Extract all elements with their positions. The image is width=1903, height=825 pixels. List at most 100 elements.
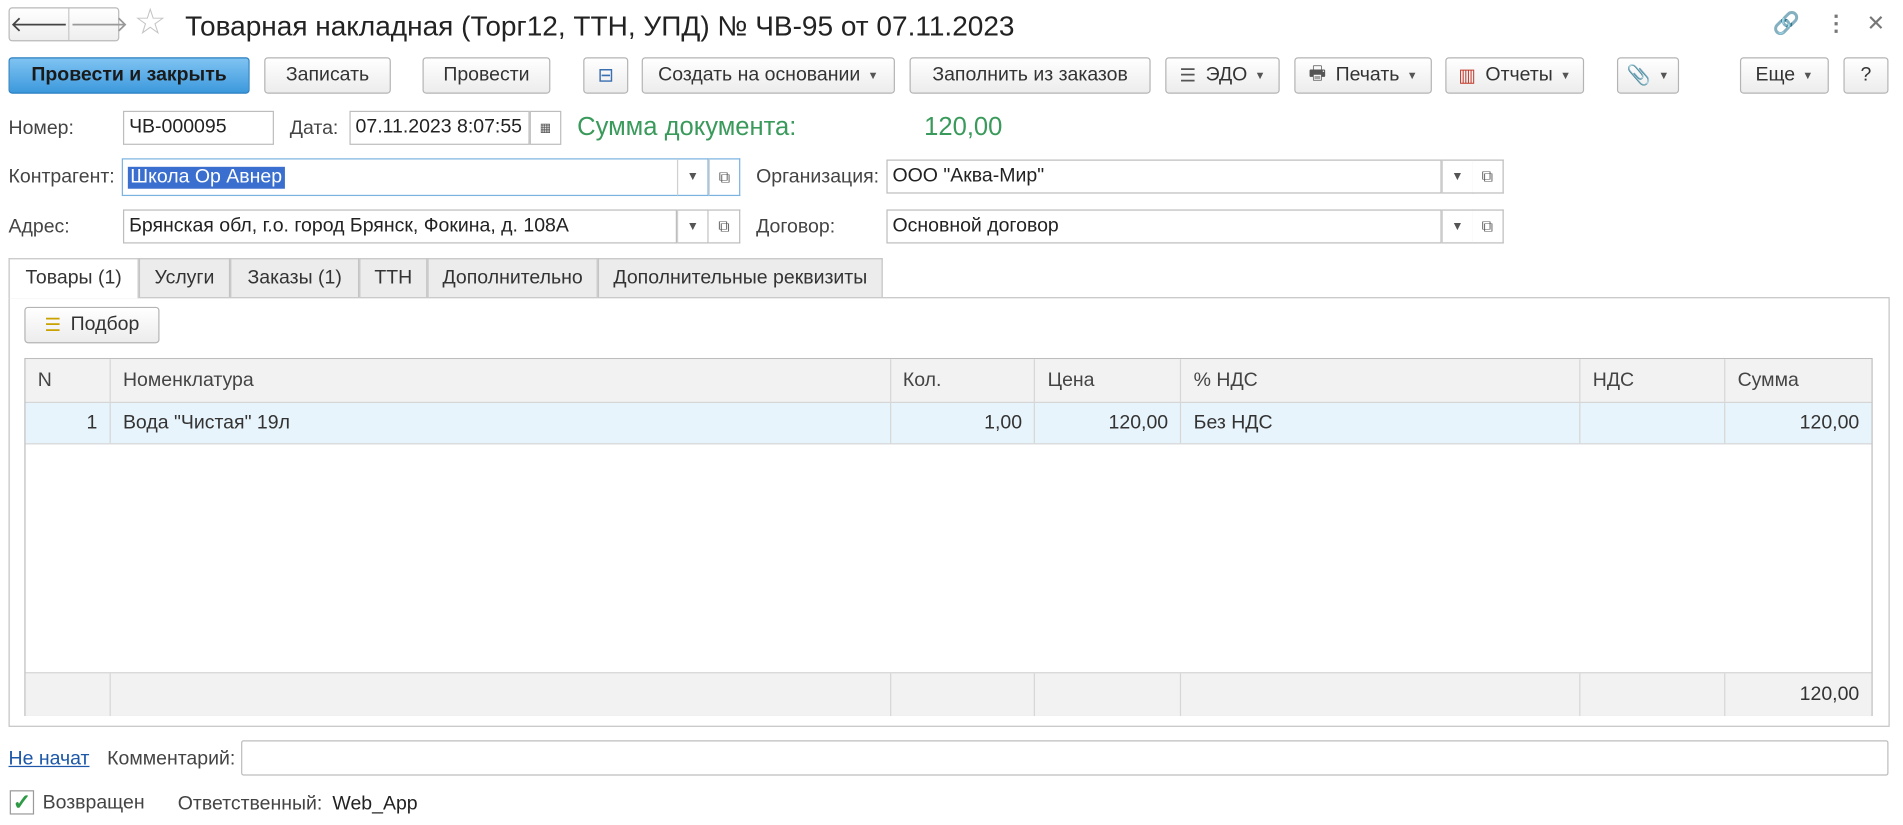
col-header-item[interactable]: Номенклатура bbox=[111, 359, 891, 402]
table-footer: 120,00 bbox=[25, 672, 1872, 716]
post-label: Провести bbox=[443, 64, 530, 86]
cell-sum[interactable]: 120,00 bbox=[1725, 403, 1871, 443]
address-dropdown-icon[interactable]: ▼ bbox=[676, 209, 709, 244]
structure-button[interactable]: ⊟ bbox=[583, 57, 629, 94]
reports-button[interactable]: ▥ Отчеты ▼ bbox=[1445, 57, 1585, 94]
returned-label: Возвращен bbox=[42, 792, 145, 814]
close-icon[interactable]: ✕ bbox=[1867, 11, 1885, 37]
counterparty-open-icon[interactable]: ⧉ bbox=[708, 158, 741, 197]
cell-price[interactable]: 120,00 bbox=[1035, 403, 1182, 444]
pick-label: Подбор bbox=[70, 314, 140, 335]
returned-checkbox[interactable]: ✓ bbox=[9, 789, 35, 815]
create-based-on-button[interactable]: Создать на основании ▼ bbox=[641, 57, 895, 94]
more-vertical-icon[interactable]: ⋮ bbox=[1825, 11, 1847, 37]
organization-field[interactable]: ООО "Аква-Мир" bbox=[886, 159, 1442, 194]
print-button[interactable]: 🖶 Печать ▼ bbox=[1294, 57, 1432, 94]
fill-from-orders-button[interactable]: Заполнить из заказов bbox=[909, 57, 1151, 94]
responsible-label: Ответственный: bbox=[177, 793, 323, 815]
dropdown-caret-icon: ▼ bbox=[1658, 69, 1670, 82]
organization-dropdown-icon[interactable]: ▼ bbox=[1441, 159, 1474, 194]
cell-vat-rate[interactable]: Без НДС bbox=[1182, 403, 1581, 444]
number-field[interactable]: ЧВ-000095 bbox=[122, 110, 274, 145]
print-label: Печать bbox=[1335, 64, 1400, 86]
favorite-star-icon[interactable]: ☆ bbox=[134, 4, 167, 42]
document-sum-label: Сумма документа: bbox=[577, 113, 797, 142]
edo-button[interactable]: ☰ ЭДО ▼ bbox=[1165, 57, 1280, 94]
comment-label: Комментарий: bbox=[107, 748, 236, 770]
tab-additional-details[interactable]: Дополнительные реквизиты bbox=[597, 258, 883, 298]
footer-total-sum: 120,00 bbox=[1799, 683, 1860, 705]
footer-cell bbox=[26, 673, 111, 716]
footer-cell bbox=[1182, 673, 1581, 716]
back-arrow-icon[interactable]: 🡐 bbox=[10, 9, 69, 41]
responsible-value: Web_App bbox=[332, 793, 418, 815]
reports-label: Отчеты bbox=[1485, 64, 1553, 86]
number-label: Номер: bbox=[8, 118, 74, 139]
pick-button[interactable]: ☰ Подбор bbox=[24, 306, 160, 344]
address-open-icon[interactable]: ⧉ bbox=[708, 209, 741, 244]
tab-ttn[interactable]: ТТН bbox=[359, 258, 428, 298]
more-button[interactable]: Еще ▼ bbox=[1739, 57, 1829, 94]
contract-open-icon[interactable]: ⧉ bbox=[1472, 209, 1504, 244]
contract-label: Договор: bbox=[756, 216, 836, 238]
cell-vat[interactable] bbox=[1581, 403, 1726, 444]
footer-cell bbox=[111, 673, 891, 716]
link-icon[interactable]: 🔗 bbox=[1773, 11, 1800, 37]
help-button[interactable]: ? bbox=[1843, 57, 1889, 94]
printer-icon: 🖶 bbox=[1308, 62, 1326, 84]
footer-cell bbox=[1581, 673, 1726, 716]
create-based-on-label: Создать на основании bbox=[658, 64, 861, 86]
forward-arrow-icon[interactable]: 🡒 bbox=[68, 8, 129, 41]
organization-open-icon[interactable]: ⧉ bbox=[1472, 159, 1504, 194]
dropdown-caret-icon: ▼ bbox=[1406, 69, 1418, 82]
tab-additional[interactable]: Дополнительно bbox=[427, 258, 598, 298]
status-link[interactable]: Не начат bbox=[9, 749, 90, 771]
tab-goods[interactable]: Товары (1) bbox=[8, 258, 139, 299]
checkmark-icon: ✓ bbox=[12, 789, 32, 814]
window-title: Товарная накладная (Торг12, ТТН, УПД) № … bbox=[185, 9, 1015, 42]
tab-services[interactable]: Услуги bbox=[138, 258, 231, 298]
col-header-sum[interactable]: Сумма bbox=[1725, 359, 1871, 402]
col-header-vat-rate[interactable]: % НДС bbox=[1182, 359, 1581, 402]
date-field[interactable]: 07.11.2023 8:07:55 bbox=[349, 110, 530, 145]
footer-cell bbox=[891, 673, 1036, 716]
col-header-price[interactable]: Цена bbox=[1035, 359, 1182, 402]
dropdown-caret-icon: ▼ bbox=[1254, 69, 1266, 82]
structure-icon: ⊟ bbox=[597, 65, 614, 87]
post-and-close-button[interactable]: Провести и закрыть bbox=[8, 57, 250, 94]
edo-label: ЭДО bbox=[1205, 64, 1248, 86]
edo-icon: ☰ bbox=[1179, 65, 1196, 87]
save-button[interactable]: Записать bbox=[264, 57, 391, 94]
comment-field[interactable] bbox=[241, 740, 1889, 776]
pick-list-icon: ☰ bbox=[44, 315, 61, 337]
report-icon: ▥ bbox=[1458, 65, 1476, 87]
cell-qty[interactable]: 1,00 bbox=[891, 403, 1036, 444]
attachments-button[interactable]: 📎 ▼ bbox=[1616, 57, 1680, 94]
col-header-n[interactable]: N bbox=[26, 359, 111, 402]
col-header-vat[interactable]: НДС bbox=[1581, 359, 1726, 402]
dropdown-caret-icon: ▼ bbox=[1560, 69, 1571, 82]
tab-orders[interactable]: Заказы (1) bbox=[230, 258, 360, 298]
cell-item[interactable]: Вода "Чистая" 19л bbox=[111, 403, 891, 444]
paperclip-icon: 📎 bbox=[1626, 65, 1652, 87]
document-sum-value: 120,00 bbox=[924, 113, 1003, 142]
calendar-icon[interactable]: ▦ bbox=[529, 110, 562, 145]
counterparty-dropdown-icon[interactable]: ▼ bbox=[676, 158, 709, 197]
cell-n[interactable]: 1 bbox=[26, 403, 111, 444]
footer-cell bbox=[1035, 673, 1182, 716]
counterparty-field[interactable]: Школа Ор Авнер bbox=[121, 158, 679, 197]
post-button[interactable]: Провести bbox=[422, 57, 551, 94]
address-field[interactable]: Брянская обл, г.о. город Брянск, Фокина,… bbox=[122, 209, 677, 244]
contract-field[interactable]: Основной договор bbox=[886, 209, 1442, 244]
dropdown-caret-icon: ▼ bbox=[867, 69, 879, 82]
table-row[interactable]: 1 Вода "Чистая" 19л 1,00 120,00 Без НДС … bbox=[25, 403, 1872, 445]
goods-table: N Номенклатура Кол. Цена % НДС НДС Сумма… bbox=[24, 357, 1873, 716]
post-and-close-label: Провести и закрыть bbox=[31, 64, 227, 86]
contract-dropdown-icon[interactable]: ▼ bbox=[1441, 209, 1474, 244]
col-header-qty[interactable]: Кол. bbox=[891, 359, 1036, 402]
counterparty-value: Школа Ор Авнер bbox=[127, 166, 285, 189]
fill-from-orders-label: Заполнить из заказов bbox=[932, 64, 1128, 86]
organization-label: Организация: bbox=[756, 166, 880, 188]
date-label: Дата: bbox=[289, 118, 339, 139]
more-label: Еще bbox=[1755, 64, 1796, 86]
